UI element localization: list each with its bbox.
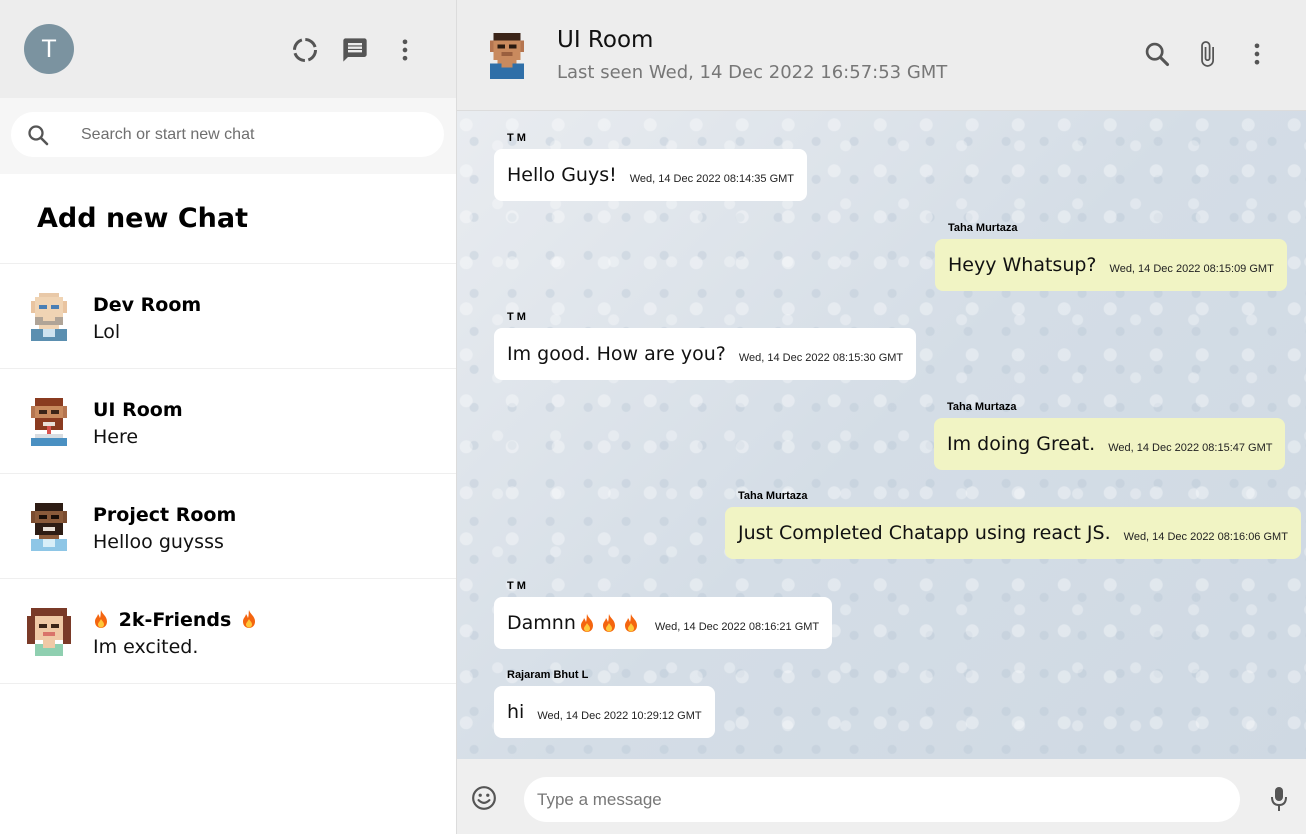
- chat-item-project-room[interactable]: Project Room Helloo guysss: [0, 474, 456, 579]
- pixel-avatar-long-hair: [27, 608, 71, 656]
- add-new-chat-button[interactable]: Add new Chat: [0, 174, 456, 264]
- sidebar-header: T: [0, 0, 456, 98]
- pixel-avatar-red-hair: [31, 398, 67, 446]
- message-time: Wed, 14 Dec 2022 08:16:06 GMT: [1123, 530, 1288, 543]
- search-box: [11, 112, 444, 157]
- status-icon[interactable]: [291, 36, 319, 64]
- message-text: Damnn: [507, 612, 576, 634]
- last-seen: Last seen Wed, 14 Dec 2022 16:57:53 GMT: [557, 62, 948, 83]
- chat-item-2k-friends[interactable]: 2k-Friends Im excited.: [0, 579, 456, 684]
- message-text: Just Completed Chatapp using react JS.: [738, 522, 1111, 544]
- message-text: Im doing Great.: [947, 433, 1096, 455]
- message-sender: Taha Murtaza: [947, 401, 1017, 413]
- fire-emoji-icon: [624, 614, 637, 632]
- message-text: hi: [507, 701, 525, 723]
- chat-name: 2k-Friends: [93, 609, 260, 631]
- chat-header: UI Room Last seen Wed, 14 Dec 2022 16:57…: [457, 0, 1306, 111]
- avatar-letter: T: [41, 34, 57, 63]
- message-sender: Rajaram Bhut L: [507, 669, 589, 681]
- fire-emoji-icon: [242, 610, 255, 628]
- search-icon: [28, 125, 49, 146]
- message-sender: Taha Murtaza: [948, 222, 1018, 234]
- message-sender: T M: [507, 580, 526, 592]
- message-time: Wed, 14 Dec 2022 08:16:21 GMT: [654, 620, 820, 633]
- fire-emoji-icon: [95, 610, 107, 628]
- message-area[interactable]: T M Hello Guys! Wed, 14 Dec 2022 08:14:3…: [457, 111, 1306, 759]
- search-input[interactable]: [81, 112, 431, 157]
- message-bubble: Im doing Great. Wed, 14 Dec 2022 08:15:4…: [934, 418, 1286, 470]
- message-sender: T M: [507, 132, 526, 144]
- message-bubble: Hello Guys! Wed, 14 Dec 2022 08:14:35 GM…: [494, 149, 808, 201]
- chat-name: Dev Room: [93, 294, 202, 316]
- chat-name-text: 2k-Friends: [118, 609, 232, 631]
- message-bubble: Damnn Wed, 14 Dec 2022 08:16:21 GMT: [494, 597, 833, 649]
- message-time: Wed, 14 Dec 2022 08:15:47 GMT: [1108, 441, 1273, 454]
- message-composer: [457, 759, 1306, 834]
- message-bubble: Just Completed Chatapp using react JS. W…: [725, 507, 1301, 559]
- more-vert-icon[interactable]: [1243, 40, 1271, 68]
- pixel-avatar-bald: [31, 293, 67, 341]
- message-time: Wed, 14 Dec 2022 10:29:12 GMT: [537, 709, 702, 722]
- chat-list: Dev Room Lol UI Room Here Project Room H…: [0, 264, 456, 684]
- message-bubble: Heyy Whatsup? Wed, 14 Dec 2022 08:15:09 …: [935, 239, 1287, 291]
- message-sender: T M: [507, 311, 526, 323]
- chat-last-message: Lol: [93, 321, 121, 343]
- message-input[interactable]: [524, 777, 1240, 822]
- message-time: Wed, 14 Dec 2022 08:15:09 GMT: [1109, 262, 1274, 275]
- emoji-icon[interactable]: [471, 785, 497, 811]
- chat-last-message: Im excited.: [93, 636, 199, 658]
- chat-title: UI Room: [557, 27, 654, 53]
- attach-icon[interactable]: [1193, 40, 1221, 68]
- fire-emoji-icon: [602, 614, 615, 632]
- chat-panel: UI Room Last seen Wed, 14 Dec 2022 16:57…: [457, 0, 1306, 834]
- room-avatar[interactable]: [486, 32, 528, 80]
- message-time: Wed, 14 Dec 2022 08:15:30 GMT: [738, 351, 904, 364]
- message-bubble: Im good. How are you? Wed, 14 Dec 2022 0…: [494, 328, 917, 380]
- chat-item-ui-room[interactable]: UI Room Here: [0, 369, 456, 474]
- chat-item-dev-room[interactable]: Dev Room Lol: [0, 264, 456, 369]
- message-text: Heyy Whatsup?: [948, 254, 1097, 276]
- message-sender: Taha Murtaza: [738, 490, 808, 502]
- user-avatar[interactable]: T: [24, 24, 74, 74]
- microphone-icon[interactable]: [1267, 785, 1291, 813]
- chat-name: UI Room: [93, 399, 183, 421]
- chat-last-message: Here: [93, 426, 139, 448]
- message-text: Hello Guys!: [507, 164, 617, 186]
- chat-name: Project Room: [93, 504, 237, 526]
- more-vert-icon[interactable]: [391, 36, 419, 64]
- message-text: Im good. How are you?: [507, 343, 726, 365]
- pixel-avatar-dark-skin: [31, 503, 67, 551]
- search-icon[interactable]: [1143, 40, 1171, 68]
- message-bubble: hi Wed, 14 Dec 2022 10:29:12 GMT: [494, 686, 715, 738]
- message-time: Wed, 14 Dec 2022 08:14:35 GMT: [629, 172, 795, 185]
- fire-emoji-icon: [580, 614, 593, 632]
- chat-last-message: Helloo guysss: [93, 531, 224, 553]
- new-chat-icon[interactable]: [341, 36, 369, 64]
- sidebar: T Add new Chat: [0, 0, 457, 834]
- search-bar: [0, 98, 456, 174]
